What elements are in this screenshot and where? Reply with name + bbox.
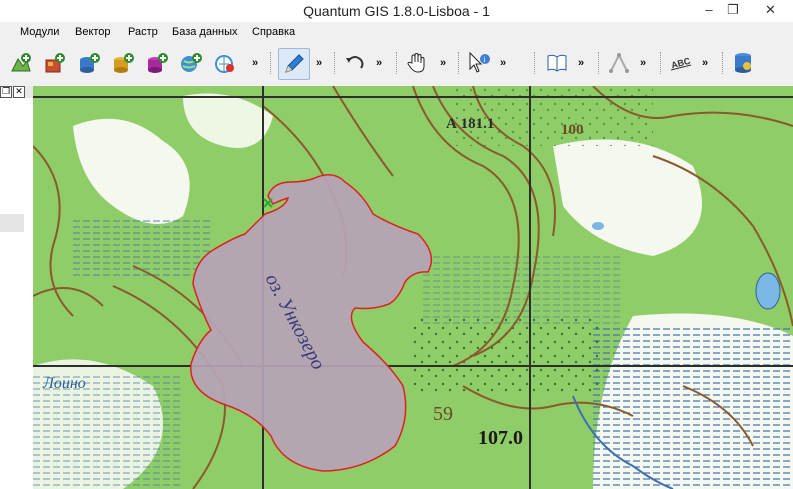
toggle-editing-button[interactable] xyxy=(278,48,310,80)
toolbar-grip[interactable] xyxy=(396,52,400,74)
marsh-hatching xyxy=(593,326,793,489)
toolbar-overflow-2[interactable]: » xyxy=(316,57,322,69)
toolbar-grip[interactable] xyxy=(660,52,664,74)
identify-cursor-icon: i xyxy=(469,51,490,73)
marsh-hatching xyxy=(73,216,213,276)
add-wfs-layer-button[interactable] xyxy=(212,50,238,76)
toolbar-grip[interactable] xyxy=(722,52,726,74)
add-postgis-layer-button[interactable] xyxy=(76,50,102,76)
toolbar-overflow-5[interactable]: » xyxy=(500,57,506,69)
database-icon xyxy=(735,53,751,73)
toolbar-grip[interactable] xyxy=(534,52,538,74)
close-button[interactable]: ✕ xyxy=(748,0,793,22)
height-marker-b: 100 xyxy=(561,122,584,138)
toolbar-overflow-6[interactable]: » xyxy=(578,57,584,69)
place-name-label: Лоино xyxy=(42,375,86,392)
toolbar-overflow-4[interactable]: » xyxy=(440,57,446,69)
menu-raster[interactable]: Растр xyxy=(128,26,158,38)
add-wms-layer-button[interactable] xyxy=(178,50,204,76)
identify-features-button[interactable]: i xyxy=(466,50,492,76)
marsh-hatching xyxy=(423,256,623,326)
menu-plugins[interactable]: Модули xyxy=(20,26,59,38)
toolbar-overflow-1[interactable]: » xyxy=(252,57,258,69)
toolbar-overflow-8[interactable]: » xyxy=(702,57,708,69)
svg-text:ABC: ABC xyxy=(670,56,692,71)
topographic-map: оз. Ункозеро А 181.1 100 59 107.0 Лоино xyxy=(33,86,793,489)
help-book-icon xyxy=(547,54,567,72)
title-bar: Quantum GIS 1.8.0-Lisboa - 1 – ❐ ✕ xyxy=(0,0,793,22)
undo-icon xyxy=(346,56,364,69)
menu-database[interactable]: База данных xyxy=(172,26,238,38)
label-tool-button[interactable]: ABC xyxy=(668,50,694,76)
toolbar-grip[interactable] xyxy=(270,52,274,74)
height-marker-a: А 181.1 xyxy=(446,116,494,132)
pencil-icon xyxy=(285,54,304,73)
help-contents-button[interactable] xyxy=(544,50,570,76)
toolbar-overflow-7[interactable]: » xyxy=(640,57,646,69)
vertex-tool-icon xyxy=(609,52,629,73)
small-lake xyxy=(592,222,604,230)
add-vector-layer-icon xyxy=(11,53,31,72)
small-lake xyxy=(755,272,781,310)
menu-bar: Модули Вектор Растр База данных Справка xyxy=(0,22,793,42)
toolbar-overflow-3[interactable]: » xyxy=(376,57,382,69)
layers-panel: ❐ ✕ xyxy=(0,86,34,489)
add-raster-layer-icon xyxy=(45,53,65,73)
pan-map-button[interactable] xyxy=(404,50,430,76)
map-canvas[interactable]: оз. Ункозеро А 181.1 100 59 107.0 Лоино xyxy=(33,86,793,489)
height-marker-c: 59 xyxy=(433,403,453,425)
db-manager-button[interactable] xyxy=(730,50,756,76)
layer-list-item[interactable] xyxy=(0,214,24,232)
restore-button[interactable]: ❐ xyxy=(718,0,748,22)
add-spatialite-layer-button[interactable] xyxy=(110,50,136,76)
vertex-tool-button[interactable] xyxy=(606,50,632,76)
toolbar-grip[interactable] xyxy=(598,52,602,74)
add-wms-layer-icon xyxy=(181,53,202,72)
add-spatialite-layer-icon xyxy=(114,53,134,73)
menu-vector[interactable]: Вектор xyxy=(75,26,111,38)
add-raster-layer-button[interactable] xyxy=(42,50,68,76)
toolbar-grip[interactable] xyxy=(334,52,338,74)
main-toolbar: » » » » i » » » ABC » xyxy=(0,42,793,87)
undo-button[interactable] xyxy=(342,50,368,76)
label-abc-icon: ABC xyxy=(670,56,692,71)
add-mssql-layer-icon xyxy=(148,53,168,73)
add-vector-layer-button[interactable] xyxy=(8,50,34,76)
add-postgis-layer-icon xyxy=(80,53,100,73)
marsh-hatching xyxy=(33,376,183,489)
panel-float-button[interactable]: ❐ xyxy=(0,86,12,98)
panel-close-button[interactable]: ✕ xyxy=(13,86,25,98)
forest-dots xyxy=(413,316,603,396)
hand-pan-icon xyxy=(407,52,425,73)
add-mssql-layer-button[interactable] xyxy=(144,50,170,76)
toolbar-grip[interactable] xyxy=(458,52,462,74)
menu-help[interactable]: Справка xyxy=(252,26,295,38)
window-title: Quantum GIS 1.8.0-Lisboa - 1 xyxy=(303,3,490,19)
height-marker-d: 107.0 xyxy=(478,427,523,449)
add-wfs-layer-icon xyxy=(215,55,234,73)
panel-header: ❐ ✕ xyxy=(0,86,33,98)
